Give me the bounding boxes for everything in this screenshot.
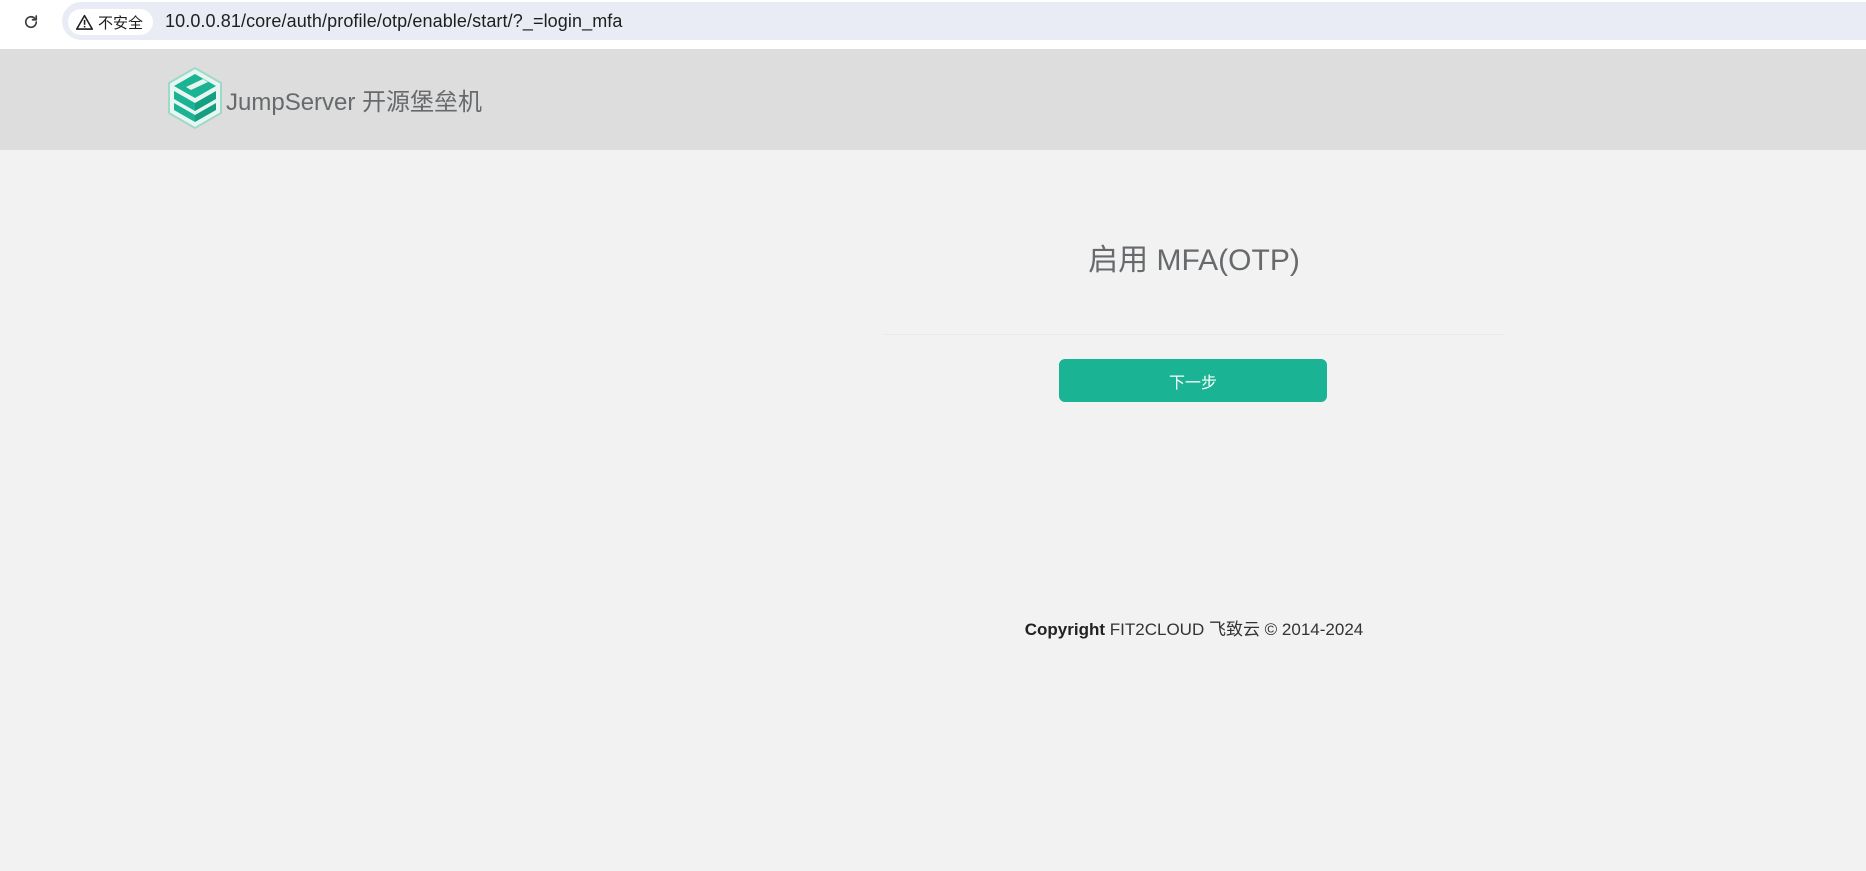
page-title: 启用 MFA(OTP) [1088, 244, 1300, 277]
browser-toolbar: 不安全 10.0.0.81/core/auth/profile/otp/enab… [0, 0, 1866, 49]
copyright-text: FIT2CLOUD 飞致云 © 2014-2024 [1109, 620, 1364, 639]
brand[interactable]: JumpServer 开源堡垒机 [166, 66, 482, 130]
warning-triangle-icon [76, 14, 93, 30]
next-step-button[interactable]: 下一步 [1059, 359, 1327, 402]
security-indicator[interactable]: 不安全 [68, 9, 154, 35]
copyright-label: Copyright [1024, 620, 1106, 639]
jumpserver-logo-icon [168, 66, 222, 130]
reload-button[interactable] [18, 9, 44, 35]
url-text[interactable]: 10.0.0.81/core/auth/profile/otp/enable/s… [165, 11, 623, 32]
app-header: JumpServer 开源堡垒机 [0, 49, 1866, 150]
security-label: 不安全 [98, 14, 144, 32]
address-bar[interactable]: 不安全 10.0.0.81/core/auth/profile/otp/enab… [62, 2, 1866, 40]
footer-copyright: Copyright FIT2CLOUD 飞致云 © 2014-2024 [884, 615, 1504, 640]
brand-name: JumpServer 开源堡垒机 [226, 88, 483, 116]
divider [884, 334, 1504, 335]
reload-icon [24, 15, 38, 29]
